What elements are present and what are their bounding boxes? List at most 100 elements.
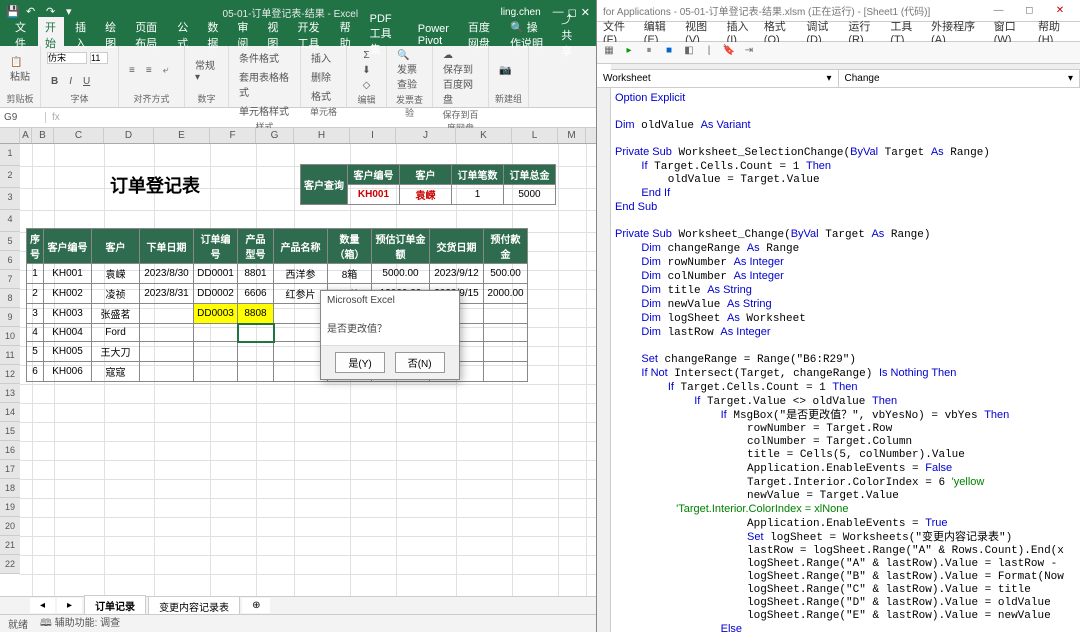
data-cell[interactable]: 凌祯 xyxy=(92,284,140,304)
row-header[interactable]: 15 xyxy=(0,422,20,441)
data-cell[interactable]: KH004 xyxy=(44,324,92,342)
col-header[interactable]: K xyxy=(456,128,512,143)
data-cell[interactable]: 袁嵘 xyxy=(92,264,140,284)
delete-button[interactable]: 删除 xyxy=(307,67,335,86)
data-cell[interactable] xyxy=(484,304,528,324)
data-cell[interactable]: 王大刀 xyxy=(92,342,140,362)
vba-run-icon[interactable]: ▸ xyxy=(621,45,637,61)
data-cell[interactable]: 6 xyxy=(27,362,44,382)
col-header[interactable]: J xyxy=(396,128,456,143)
col-header[interactable]: I xyxy=(350,128,396,143)
fx-icon[interactable]: fx xyxy=(46,112,66,123)
vba-view-icon[interactable]: ▦ xyxy=(601,45,617,61)
row-header[interactable]: 20 xyxy=(0,517,20,536)
col-header[interactable]: D xyxy=(104,128,154,143)
font-name-input[interactable] xyxy=(47,52,87,64)
name-box[interactable]: G9 xyxy=(0,112,46,123)
tab-nav-next[interactable]: ▸ xyxy=(57,598,82,613)
row-header[interactable]: 7 xyxy=(0,270,20,289)
data-cell[interactable]: 寇寇 xyxy=(92,362,140,382)
col-header[interactable]: F xyxy=(210,128,256,143)
data-cell[interactable]: Ford xyxy=(92,324,140,342)
data-cell[interactable]: DD0002 xyxy=(194,284,238,304)
row-header[interactable]: 5 xyxy=(0,232,20,251)
new-sheet-button[interactable]: ⊕ xyxy=(242,598,270,613)
data-cell[interactable]: 2000.00 xyxy=(484,284,528,304)
row-header[interactable]: 2 xyxy=(0,166,20,188)
data-cell[interactable]: 5 xyxy=(27,342,44,362)
data-cell[interactable] xyxy=(484,324,528,342)
underline-button[interactable]: U xyxy=(79,74,94,89)
row-header[interactable]: 6 xyxy=(0,251,20,270)
col-header[interactable]: M xyxy=(558,128,586,143)
data-cell[interactable] xyxy=(484,342,528,362)
query-value[interactable]: 1 xyxy=(452,185,504,205)
user-name[interactable]: ling.chen xyxy=(495,7,547,18)
data-cell[interactable]: 2023/9/12 xyxy=(430,264,484,284)
row-header[interactable]: 22 xyxy=(0,555,20,574)
data-cell[interactable]: 4 xyxy=(27,324,44,342)
cond-format-button[interactable]: 条件格式 xyxy=(235,48,283,67)
wrap-text-button[interactable]: ⤶ xyxy=(159,63,173,78)
data-cell[interactable]: 张盛茗 xyxy=(92,304,140,324)
bold-button[interactable]: B xyxy=(47,74,62,89)
row-header[interactable]: 4 xyxy=(0,210,20,232)
data-cell[interactable]: 8808 xyxy=(238,304,274,324)
row-header[interactable]: 17 xyxy=(0,460,20,479)
data-cell[interactable]: 2023/8/30 xyxy=(140,264,194,284)
align-center-icon[interactable]: ≡ xyxy=(142,63,156,78)
col-header[interactable]: G xyxy=(256,128,294,143)
row-header[interactable]: 10 xyxy=(0,327,20,346)
object-dropdown[interactable]: Worksheet▾ xyxy=(597,70,839,87)
table-format-button[interactable]: 套用表格格式 xyxy=(235,67,294,101)
data-cell[interactable]: 6606 xyxy=(238,284,274,304)
query-value[interactable]: 5000 xyxy=(504,185,556,205)
paste-button[interactable]: 📋粘贴 xyxy=(6,55,34,85)
vba-indent-icon[interactable]: ⇥ xyxy=(741,45,757,61)
msgbox-no-button[interactable]: 否(N) xyxy=(395,352,445,373)
sum-icon[interactable]: Σ xyxy=(359,48,373,63)
data-cell[interactable]: 8箱 xyxy=(328,264,372,284)
procedure-dropdown[interactable]: Change▾ xyxy=(839,70,1080,87)
row-header[interactable]: 21 xyxy=(0,536,20,555)
data-cell[interactable] xyxy=(140,362,194,382)
row-header[interactable]: 12 xyxy=(0,365,20,384)
col-header[interactable]: L xyxy=(512,128,558,143)
data-cell[interactable] xyxy=(140,342,194,362)
data-cell[interactable]: 2 xyxy=(27,284,44,304)
format-button[interactable]: 格式 xyxy=(307,86,335,105)
data-cell[interactable]: 5000.00 xyxy=(372,264,430,284)
share-button[interactable]: ⤴ 共享 xyxy=(554,9,588,61)
col-header[interactable]: C xyxy=(54,128,104,143)
row-header[interactable]: 8 xyxy=(0,289,20,308)
vba-bookmark-icon[interactable]: 🔖 xyxy=(721,45,737,61)
fill-icon[interactable]: ⬇ xyxy=(358,63,374,78)
col-header[interactable]: H xyxy=(294,128,350,143)
query-value[interactable]: 袁嵘 xyxy=(400,185,452,205)
data-cell[interactable]: 8801 xyxy=(238,264,274,284)
data-cell[interactable]: KH003 xyxy=(44,304,92,324)
vba-maximize-icon[interactable]: ◻ xyxy=(1015,5,1043,16)
data-cell[interactable] xyxy=(484,362,528,382)
data-cell[interactable]: KH002 xyxy=(44,284,92,304)
col-header[interactable]: B xyxy=(32,128,54,143)
ribbon-tab[interactable]: Power Pivot xyxy=(411,21,457,49)
data-cell[interactable] xyxy=(194,324,238,342)
vba-pause-icon[interactable]: ⏸ xyxy=(641,45,657,61)
data-cell[interactable]: KH006 xyxy=(44,362,92,382)
row-header[interactable]: 3 xyxy=(0,188,20,210)
cell-style-button[interactable]: 单元格样式 xyxy=(235,101,293,120)
data-cell[interactable]: KH001 xyxy=(44,264,92,284)
row-header[interactable]: 14 xyxy=(0,403,20,422)
data-cell[interactable] xyxy=(194,362,238,382)
align-left-icon[interactable]: ≡ xyxy=(125,63,139,78)
vba-stop-icon[interactable]: ■ xyxy=(661,45,677,61)
data-cell[interactable]: KH005 xyxy=(44,342,92,362)
col-header[interactable]: E xyxy=(154,128,210,143)
data-cell[interactable]: DD0001 xyxy=(194,264,238,284)
number-format-dropdown[interactable]: 常规▾ xyxy=(191,55,222,85)
data-cell[interactable]: DD0003 xyxy=(194,304,238,324)
baidu-button[interactable]: ☁保存到百度网盘 xyxy=(439,48,482,108)
invoice-button[interactable]: 🔍发票查验 xyxy=(393,48,426,93)
row-header[interactable]: 16 xyxy=(0,441,20,460)
